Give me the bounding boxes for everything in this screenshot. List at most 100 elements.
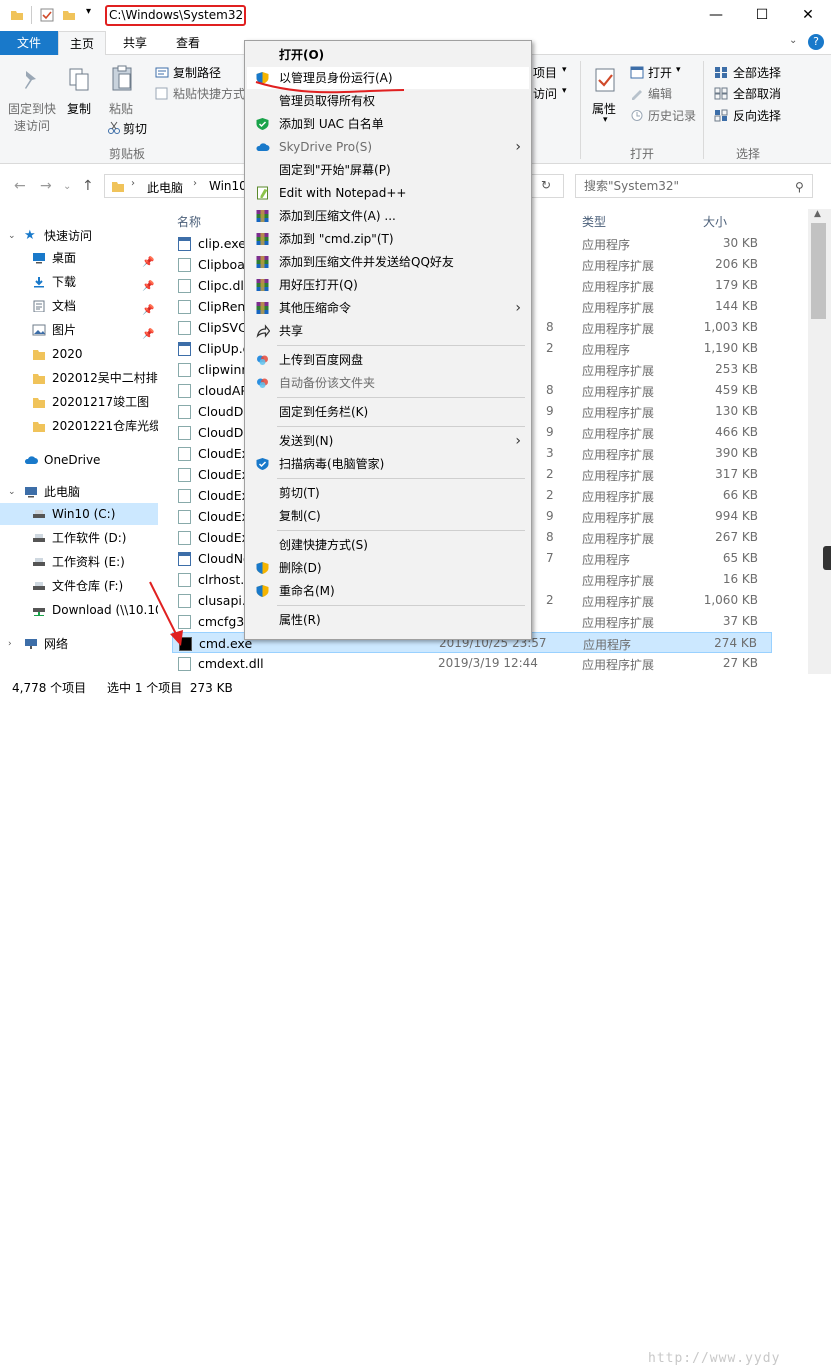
menu-item[interactable]: 自动备份该文件夹	[247, 372, 529, 394]
tab-share[interactable]: 共享	[110, 31, 160, 55]
up-arrow-icon[interactable]: ↑	[82, 178, 94, 194]
nav-item[interactable]: 图片 📌	[0, 319, 158, 341]
pin-icon[interactable]: 📌	[142, 324, 154, 341]
chevron-right-icon[interactable]: ›	[193, 178, 197, 189]
menu-item[interactable]: 添加到压缩文件(A) ...	[247, 205, 529, 227]
new-item-button[interactable]: 项目	[533, 64, 557, 81]
column-header-type[interactable]: 类型	[582, 213, 606, 230]
invert-selection-button[interactable]: 反向选择	[733, 107, 781, 124]
menu-item[interactable]: Edit with Notepad++	[247, 182, 529, 204]
tab-home[interactable]: 主页	[58, 31, 106, 55]
help-icon[interactable]: ?	[808, 34, 824, 50]
edit-button[interactable]: 编辑	[648, 85, 672, 102]
open-dropdown-icon[interactable]: ▾	[676, 65, 681, 75]
menu-item[interactable]: 重命名(M)	[247, 580, 529, 602]
menu-item[interactable]: 固定到任务栏(K)	[247, 401, 529, 423]
pin-icon[interactable]: 📌	[142, 276, 154, 293]
open-button[interactable]: 打开	[648, 64, 672, 81]
file-date: 8	[546, 530, 554, 544]
menu-item[interactable]: 用好压打开(Q)	[247, 274, 529, 296]
breadcrumb-this-pc[interactable]: 此电脑	[147, 179, 183, 196]
menu-item[interactable]: 属性(R)	[247, 609, 529, 631]
search-icon[interactable]: ⚲	[795, 180, 804, 194]
menu-item[interactable]: 删除(D)	[247, 557, 529, 579]
forward-arrow-icon[interactable]: →	[40, 178, 52, 194]
nav-onedrive[interactable]: OneDrive	[0, 449, 158, 471]
easy-access-dropdown-icon[interactable]: ▾	[562, 86, 567, 96]
pin-quick-access-line1[interactable]: 固定到快	[8, 100, 56, 117]
nav-item[interactable]: 下载 📌	[0, 271, 158, 293]
menu-item[interactable]: 共享	[247, 320, 529, 342]
properties-icon[interactable]	[40, 8, 54, 22]
folder-icon[interactable]	[10, 8, 24, 22]
nav-item[interactable]: 桌面 📌	[0, 247, 158, 269]
file-name: Clipboa	[198, 257, 245, 272]
chevron-right-icon[interactable]: ›	[131, 178, 135, 189]
scrollbar-thumb[interactable]	[811, 223, 826, 319]
side-handle[interactable]	[823, 546, 831, 570]
paste-shortcut-button[interactable]: 粘贴快捷方式	[173, 85, 245, 102]
tab-file[interactable]: 文件	[0, 31, 58, 55]
file-row[interactable]: cmdext.dll 2019/3/19 12:44 应用程序扩展 27 KB	[172, 653, 772, 674]
qat-dropdown-icon[interactable]: ▾	[86, 6, 91, 17]
collapse-ribbon-icon[interactable]: ⌄	[789, 35, 797, 46]
nav-drive[interactable]: 工作资料 (E:)	[0, 551, 158, 573]
menu-item[interactable]: SkyDrive Pro(S) ›	[247, 136, 529, 158]
menu-item[interactable]: 添加到 "cmd.zip"(T)	[247, 228, 529, 250]
nav-item[interactable]: 202012吴中二村排	[0, 367, 158, 389]
paste-button[interactable]: 粘贴	[109, 100, 133, 117]
nav-item[interactable]: 20201217竣工图	[0, 391, 158, 413]
maximize-button[interactable]: ☐	[739, 0, 785, 30]
easy-access-button[interactable]: 访问	[533, 85, 557, 102]
select-none-button[interactable]: 全部取消	[733, 85, 781, 102]
paste-icon	[112, 65, 132, 91]
minimize-button[interactable]: —	[693, 0, 739, 30]
pin-icon[interactable]: 📌	[142, 252, 154, 269]
nav-quick-access[interactable]: ⌄ ★ 快速访问	[0, 225, 158, 247]
refresh-icon[interactable]: ↻	[541, 178, 551, 192]
tab-view[interactable]: 查看	[162, 31, 214, 55]
chevron-right-icon[interactable]: ›	[8, 633, 12, 655]
nav-item[interactable]: 2020	[0, 343, 158, 365]
back-arrow-icon[interactable]: ←	[14, 178, 26, 194]
column-header-size[interactable]: 大小	[703, 213, 727, 230]
chevron-down-icon[interactable]: ⌄	[8, 225, 16, 247]
chevron-down-icon[interactable]: ⌄	[8, 481, 16, 503]
menu-item[interactable]: 扫描病毒(电脑管家)	[247, 453, 529, 475]
nav-drive[interactable]: Win10 (C:)	[0, 503, 158, 525]
new-item-dropdown-icon[interactable]: ▾	[562, 65, 567, 75]
menu-item[interactable]: 复制(C)	[247, 505, 529, 527]
nav-network[interactable]: › 网络	[0, 633, 158, 655]
nav-drive[interactable]: Download (\\10.10	[0, 599, 158, 621]
close-button[interactable]: ✕	[785, 0, 831, 30]
copy-button[interactable]: 复制	[67, 100, 91, 117]
recent-dropdown-icon[interactable]: ⌄	[63, 181, 71, 192]
nav-item[interactable]: 文档 📌	[0, 295, 158, 317]
nav-this-pc[interactable]: ⌄ 此电脑	[0, 481, 158, 503]
copy-path-button[interactable]: 复制路径	[173, 64, 221, 81]
history-button[interactable]: 历史记录	[648, 107, 696, 124]
search-input[interactable]: 搜索"System32"	[575, 174, 813, 198]
menu-item[interactable]: 剪切(T)	[247, 482, 529, 504]
select-all-button[interactable]: 全部选择	[733, 64, 781, 81]
nav-drive[interactable]: 工作软件 (D:)	[0, 527, 158, 549]
column-header-name[interactable]: 名称	[177, 213, 201, 230]
pin-icon[interactable]: 📌	[142, 300, 154, 317]
menu-item[interactable]: 创建快捷方式(S)	[247, 534, 529, 556]
nav-drive[interactable]: 文件仓库 (F:)	[0, 575, 158, 597]
scroll-up-icon[interactable]: ▲	[814, 209, 821, 219]
properties-dropdown-icon[interactable]: ▾	[603, 115, 608, 125]
menu-item[interactable]: 打开(O)	[247, 44, 529, 66]
vertical-scrollbar[interactable]: ▲	[808, 209, 831, 674]
pin-quick-access-line2[interactable]: 速访问	[14, 117, 50, 134]
nav-item[interactable]: 20201221仓库光缆	[0, 415, 158, 437]
menu-item[interactable]: 固定到"开始"屏幕(P)	[247, 159, 529, 181]
new-folder-icon[interactable]	[62, 8, 76, 22]
menu-item[interactable]: 添加到 UAC 白名单	[247, 113, 529, 135]
breadcrumb-win10[interactable]: Win10	[209, 179, 247, 193]
menu-item[interactable]: 上传到百度网盘	[247, 349, 529, 371]
menu-item[interactable]: 其他压缩命令 ›	[247, 297, 529, 319]
menu-item[interactable]: 添加到压缩文件并发送给QQ好友	[247, 251, 529, 273]
cut-button[interactable]: 剪切	[123, 120, 147, 137]
menu-item[interactable]: 发送到(N) ›	[247, 430, 529, 452]
